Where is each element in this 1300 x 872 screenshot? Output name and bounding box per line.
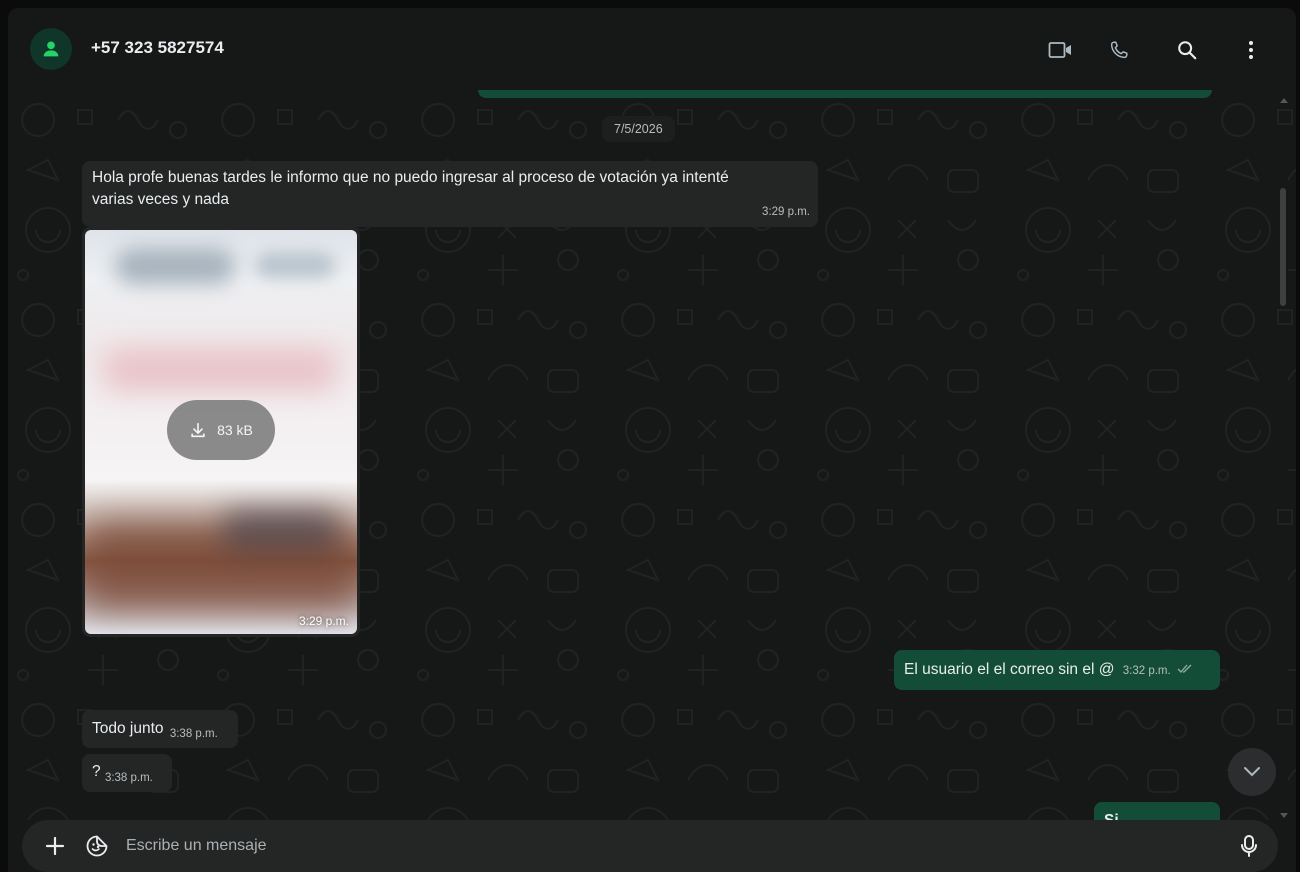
voice-call-icon[interactable] <box>1106 37 1132 63</box>
message-input[interactable] <box>126 832 1216 860</box>
message-bubble-incoming[interactable]: ? 3:38 p.m. <box>82 754 172 792</box>
message-bubble-outgoing-partial[interactable]: Si <box>1094 802 1220 820</box>
blurred-image-preview: 83 kB 3:29 p.m. <box>85 230 357 634</box>
image-message[interactable]: 83 kB 3:29 p.m. <box>82 227 360 637</box>
search-icon[interactable] <box>1174 37 1200 63</box>
message-text: ? <box>92 763 101 780</box>
microphone-icon[interactable] <box>1236 833 1262 859</box>
message-time: 3:38 p.m. <box>169 728 218 740</box>
message-bubble-outgoing[interactable]: El usuario el el correo sin el @ 3:32 p.… <box>894 650 1220 690</box>
date-chip: 7/5/2026 <box>602 116 675 142</box>
message-text: Si <box>1104 812 1119 820</box>
message-time: 3:32 p.m. <box>1122 665 1171 677</box>
contact-name[interactable]: +57 323 5827574 <box>91 38 224 58</box>
message-composer <box>22 820 1278 872</box>
message-time: 3:29 p.m. <box>762 206 810 218</box>
message-bubble-incoming[interactable]: Todo junto 3:38 p.m. <box>82 710 238 748</box>
download-icon <box>191 422 205 438</box>
message-text-line: varias veces y nada <box>92 191 229 208</box>
message-time: 3:38 p.m. <box>104 772 153 784</box>
menu-icon[interactable] <box>1238 37 1264 63</box>
person-icon <box>43 41 59 57</box>
double-check-icon <box>1177 664 1192 673</box>
download-button[interactable]: 83 kB <box>167 400 275 460</box>
chevron-down-icon <box>1244 767 1260 777</box>
video-call-icon[interactable] <box>1048 37 1074 63</box>
sticker-icon[interactable] <box>84 833 110 859</box>
message-text-line: Hola profe buenas tardes le informo que … <box>92 169 729 186</box>
scroll-down-arrow-icon[interactable] <box>1280 813 1288 818</box>
scrollbar-thumb[interactable] <box>1280 188 1286 306</box>
scroll-to-bottom-button[interactable] <box>1228 748 1276 796</box>
scroll-up-arrow-icon[interactable] <box>1280 98 1288 103</box>
chat-scrollbar[interactable] <box>1280 98 1288 818</box>
message-text: El usuario el el correo sin el @ <box>904 661 1115 678</box>
message-bubble-incoming[interactable]: Hola profe buenas tardes le informo que … <box>82 161 818 227</box>
message-list[interactable]: 7/5/2026 Hola profe buenas tardes le inf… <box>8 90 1296 820</box>
chat-header: +57 323 5827574 <box>8 8 1296 90</box>
download-size: 83 kB <box>217 422 253 438</box>
message-bubble-outgoing-partial[interactable] <box>478 90 1212 98</box>
contact-avatar[interactable] <box>30 28 72 70</box>
message-time: 3:29 p.m. <box>298 614 349 628</box>
plus-icon[interactable] <box>42 833 68 859</box>
chat-window: +57 323 5827574 7/5/2026 Hola profe buen… <box>8 8 1296 872</box>
message-text: Todo junto <box>92 720 164 737</box>
